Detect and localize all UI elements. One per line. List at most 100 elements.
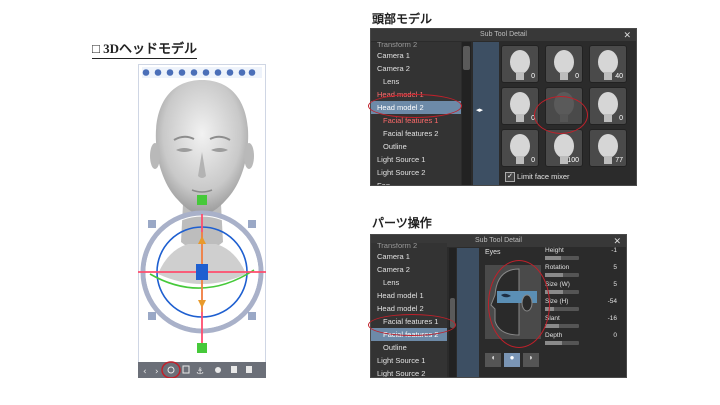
tree-item[interactable]: Lens — [371, 75, 461, 88]
part-label: Eyes — [485, 249, 501, 256]
scrollbar[interactable] — [449, 248, 456, 377]
head-viewport[interactable]: ‹ › ⚓ — [138, 64, 266, 378]
tree-item[interactable]: Light Source 2 — [371, 166, 461, 179]
head-thumb[interactable]: 77 — [589, 129, 627, 167]
thumb-value: 77 — [615, 157, 623, 164]
param-slider[interactable] — [545, 341, 579, 345]
settings-icon[interactable] — [238, 69, 246, 76]
category-strip[interactable] — [457, 248, 479, 377]
close-icon[interactable]: ✕ — [623, 29, 631, 41]
face-left-icon[interactable]: ◖ — [485, 353, 501, 367]
anchor-icon[interactable]: ⚓ — [196, 367, 204, 377]
param-slider[interactable] — [545, 273, 579, 277]
tree-item[interactable]: Transform 2 — [371, 42, 461, 49]
more-icon[interactable] — [248, 69, 256, 76]
category-strip[interactable]: ◂▸ — [473, 42, 499, 185]
head-model-label: 頭部モデル — [372, 12, 433, 26]
tree-item[interactable]: Camera 1 — [371, 49, 461, 62]
copy-icon[interactable] — [231, 366, 237, 373]
tree-item[interactable]: Head model 2 — [371, 101, 461, 114]
tree-item[interactable]: Facial features 2 — [371, 328, 447, 341]
head-thumb[interactable]: 0 — [589, 87, 627, 125]
param-value[interactable]: -1 — [593, 247, 617, 254]
param-label: Size (W) — [545, 281, 570, 288]
thumb-value: 0 — [619, 115, 623, 122]
expand-icon[interactable]: ◂▸ — [476, 106, 483, 114]
handle-top-green — [197, 195, 207, 205]
param-slider[interactable] — [545, 290, 579, 294]
scale-icon[interactable] — [214, 69, 222, 76]
head-thumb[interactable]: 0 — [545, 45, 583, 83]
tree-item[interactable]: Light Source 1 — [371, 354, 447, 367]
panel-titlebar: Sub Tool Detail ✕ — [371, 29, 636, 41]
move-camera-icon[interactable] — [142, 69, 150, 76]
tree-item[interactable]: Outline — [371, 140, 461, 153]
head-thumb[interactable]: 0 — [501, 45, 539, 83]
thumb-value: 0 — [575, 73, 579, 80]
tree-item[interactable]: Fog — [371, 179, 461, 185]
param-value[interactable]: 5 — [593, 281, 617, 288]
tool-tree: Transform 2 Camera 1 Camera 2 Lens Head mode… — [371, 42, 461, 185]
sub-tool-detail-parts: Sub Tool Detail ✕ Transform 2 Camera 1 Cam… — [370, 234, 627, 378]
handle-center-blue — [196, 264, 208, 280]
pan-icon[interactable] — [154, 69, 162, 76]
thumb-value: 0 — [531, 157, 535, 164]
param-value[interactable]: -16 — [593, 315, 617, 322]
scrollbar[interactable] — [462, 42, 471, 185]
param-label: Depth — [545, 332, 563, 339]
orbit-icon[interactable] — [178, 69, 186, 76]
panel-title: Sub Tool Detail — [480, 31, 527, 38]
tree-item[interactable]: Facial features 2 — [371, 127, 461, 140]
slide-title: □ 3Dヘッドモデル — [92, 38, 197, 59]
param-value[interactable]: 5 — [593, 264, 617, 271]
parameter-list: Height -1 Rotation 5 Size (W) 5 Size (H) -54 Sla… — [533, 247, 623, 367]
head-thumb[interactable] — [545, 87, 583, 125]
thumb-value: 40 — [615, 73, 623, 80]
close-icon[interactable]: ✕ — [613, 235, 621, 247]
tree-item[interactable]: Light Source 2 — [371, 367, 447, 377]
thumb-value: 100 — [567, 157, 579, 164]
next-icon[interactable]: › — [155, 367, 159, 377]
reset-icon[interactable] — [226, 69, 234, 76]
viewport-top-toolbar — [142, 67, 262, 78]
tree-item[interactable]: Facial features 1 — [371, 114, 461, 127]
param-slider[interactable] — [545, 307, 579, 311]
tree-item[interactable]: Camera 1 — [371, 250, 447, 263]
viewport-bottom-toolbar: ‹ › ⚓ — [138, 361, 266, 378]
pose-icon[interactable] — [215, 367, 221, 373]
tool-tree: Transform 2 Camera 1 Camera 2 Lens Head mode… — [371, 243, 447, 377]
head-thumb[interactable]: 40 — [589, 45, 627, 83]
tree-item[interactable]: Light Source 1 — [371, 153, 461, 166]
face-front-icon[interactable]: ● — [504, 353, 520, 367]
prev-icon[interactable]: ‹ — [143, 367, 147, 377]
tree-item[interactable]: Head model 1 — [371, 88, 461, 101]
head-thumb[interactable]: 0 — [501, 87, 539, 125]
param-value[interactable]: 0 — [593, 332, 617, 339]
tree-item[interactable]: Camera 2 — [371, 62, 461, 75]
tree-item[interactable]: Camera 2 — [371, 263, 447, 276]
param-label: Size (H) — [545, 298, 569, 305]
head-model-grid: 0 0 40 0 0 0 100 77 — [501, 45, 633, 171]
thumb-value: 0 — [531, 115, 535, 122]
parts-operation-label: パーツ操作 — [372, 216, 432, 230]
param-value[interactable]: -54 — [593, 298, 617, 305]
paste-icon[interactable] — [246, 366, 252, 373]
rotate-object-icon[interactable] — [202, 69, 210, 76]
panel-title: Sub Tool Detail — [475, 237, 522, 244]
head-thumb[interactable]: 0 — [501, 129, 539, 167]
move-object-icon[interactable] — [190, 69, 198, 76]
tree-item[interactable]: Head model 2 — [371, 302, 447, 315]
tree-item[interactable]: Outline — [371, 341, 447, 354]
head-thumb[interactable]: 100 — [545, 129, 583, 167]
tree-item[interactable]: Transform 2 — [371, 243, 447, 250]
thumb-value: 0 — [531, 73, 535, 80]
limit-face-mixer-checkbox[interactable]: ✓ — [505, 172, 515, 182]
tree-item[interactable]: Facial features 1 — [371, 315, 447, 328]
param-slider[interactable] — [545, 324, 579, 328]
limit-face-mixer-label: Limit face mixer — [517, 172, 570, 181]
tree-item[interactable]: Lens — [371, 276, 447, 289]
tree-item[interactable]: Head model 1 — [371, 289, 447, 302]
param-label: Slant — [545, 315, 560, 322]
param-slider[interactable] — [545, 256, 579, 260]
rotate-icon[interactable] — [166, 69, 174, 76]
